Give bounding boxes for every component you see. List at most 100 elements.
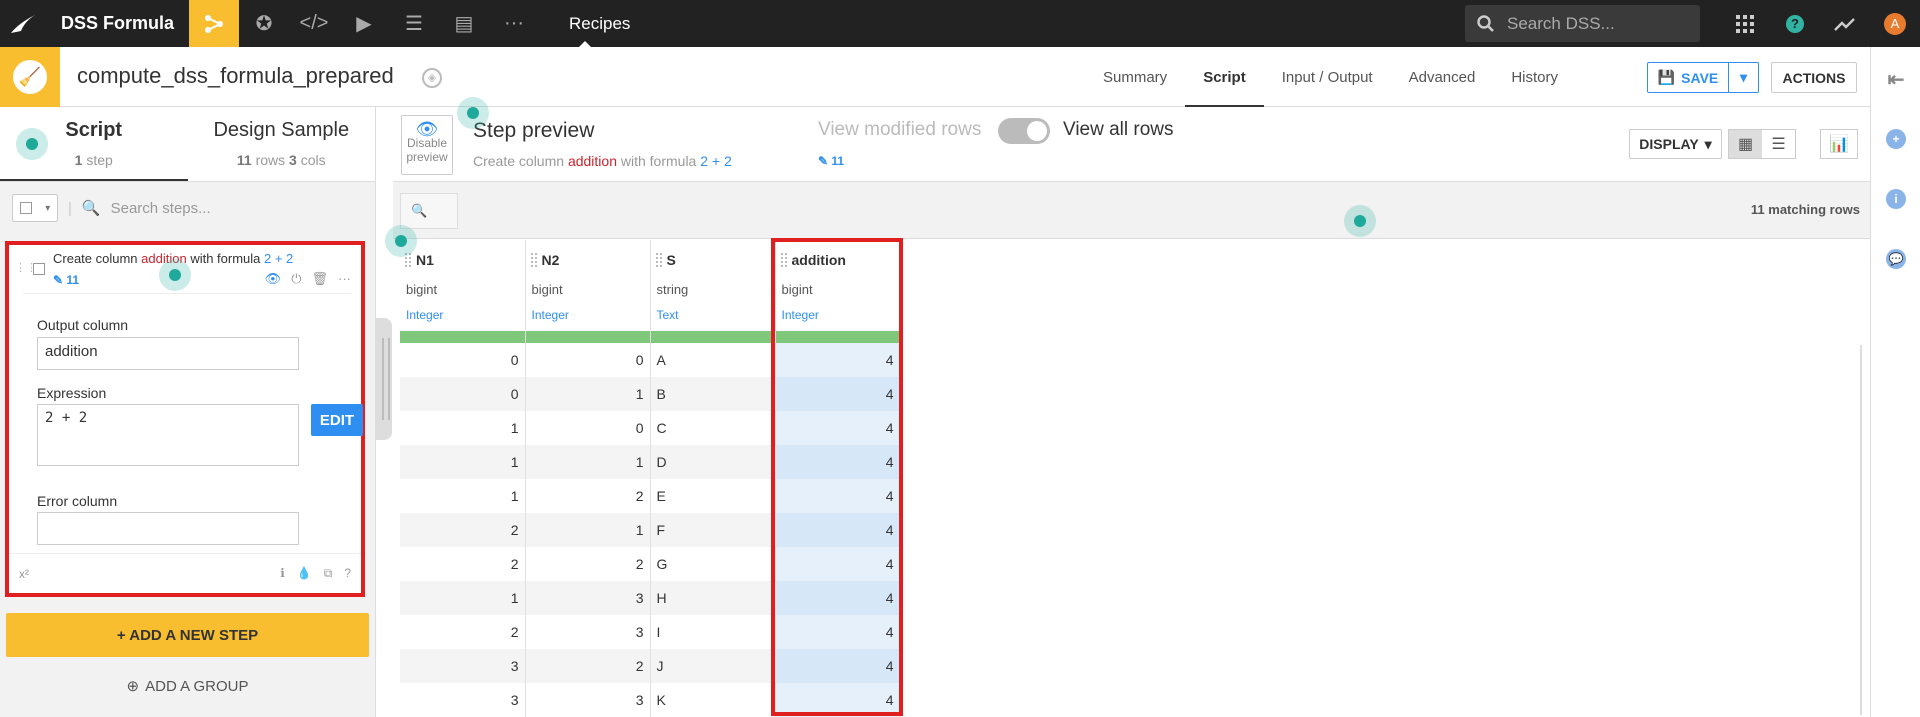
table-cell[interactable]: 1 [525,445,651,479]
more-icon[interactable]: ··· [489,0,539,47]
column-header-s[interactable]: Sstring Text [650,240,776,343]
table-row[interactable]: 23I4 [400,615,901,649]
column-header-n1[interactable]: N1 bigint Integer [400,240,526,343]
table-cell[interactable]: 4 [775,683,901,717]
activity-trend-icon[interactable] [1820,0,1870,47]
display-dropdown[interactable]: DISPLAY ▾ [1629,129,1722,159]
tab-input-output[interactable]: Input / Output [1264,47,1391,107]
column-header-addition[interactable]: addition bigint Integer [775,240,901,343]
breadcrumb-recipes[interactable]: Recipes [539,0,630,47]
table-cell[interactable]: 2 [525,649,651,683]
table-cell[interactable]: 3 [525,581,651,615]
table-cell[interactable]: 2 [400,615,526,649]
add-icon[interactable]: + [1886,129,1906,149]
table-row[interactable]: 00A4 [400,343,901,377]
table-cell[interactable]: 4 [775,615,901,649]
view-rows-toggle[interactable] [998,118,1050,144]
table-cell[interactable]: 4 [775,547,901,581]
table-cell[interactable]: 3 [525,683,651,717]
disable-preview-button[interactable]: 👁 Disable preview [401,115,453,175]
add-group-button[interactable]: ⊕ ADD A GROUP [6,669,369,703]
add-new-step-button[interactable]: + ADD A NEW STEP [6,613,369,657]
recipe-title[interactable]: compute_dss_formula_prepared [77,63,394,89]
table-cell[interactable]: 4 [775,411,901,445]
table-row[interactable]: 11D4 [400,445,901,479]
tab-advanced[interactable]: Advanced [1391,47,1494,107]
tab-left-design-sample[interactable]: Design Sample 11 rows 3 cols [188,107,376,181]
stack-icon[interactable]: ☰ [389,0,439,47]
table-cell[interactable]: I [650,615,776,649]
column-header-n2[interactable]: N2 bigint Integer [525,240,651,343]
play-icon[interactable]: ▶ [339,0,389,47]
save-dropdown-caret-icon[interactable]: ▾ [1728,63,1758,92]
table-row[interactable]: 13H4 [400,581,901,615]
table-cell[interactable]: G [650,547,776,581]
table-view-icon[interactable]: ▦ [1729,130,1762,158]
table-cell[interactable]: 1 [400,411,526,445]
more-icon[interactable]: ··· [338,271,351,287]
table-row[interactable]: 21F4 [400,513,901,547]
table-cell[interactable]: D [650,445,776,479]
table-cell[interactable]: 2 [400,513,526,547]
tab-script[interactable]: Script [1185,47,1264,107]
dataiku-bird-logo[interactable] [0,0,45,47]
table-cell[interactable]: 0 [400,377,526,411]
table-cell[interactable]: 2 [400,547,526,581]
table-search-input[interactable]: 🔍 [400,193,458,229]
duplicate-icon[interactable]: ⧉ [324,566,333,581]
table-cell[interactable]: 1 [400,581,526,615]
help-icon[interactable]: ? [1770,0,1820,47]
table-cell[interactable]: B [650,377,776,411]
select-all-checkbox[interactable]: ▾ [12,194,58,222]
table-cell[interactable]: 3 [400,649,526,683]
project-name[interactable]: DSS Formula [45,13,189,34]
hint-dot[interactable] [159,259,191,291]
color-drop-icon[interactable]: 💧 [297,566,312,581]
table-row[interactable]: 22G4 [400,547,901,581]
eye-icon[interactable]: 👁 [265,271,282,287]
table-row[interactable]: 12E4 [400,479,901,513]
info-icon[interactable]: i [1886,189,1906,209]
table-cell[interactable]: 3 [525,615,651,649]
table-cell[interactable]: K [650,683,776,717]
scrollbar[interactable] [1860,345,1862,715]
expression-textarea[interactable]: 2 + 2 [37,404,299,466]
output-column-input[interactable]: addition [37,337,299,370]
table-cell[interactable]: 4 [775,377,901,411]
table-row[interactable]: 10C4 [400,411,901,445]
apps-grid-icon[interactable] [1720,0,1770,47]
view-modified-rows-label[interactable]: View modified rows [818,119,981,141]
power-icon[interactable]: ⏻ [291,271,301,287]
table-cell[interactable]: 1 [525,513,651,547]
table-cell[interactable]: F [650,513,776,547]
table-row[interactable]: 01B4 [400,377,901,411]
save-button[interactable]: 💾 SAVE ▾ [1647,62,1759,93]
tab-summary[interactable]: Summary [1085,47,1185,107]
table-cell[interactable]: A [650,343,776,377]
steps-search-input[interactable]: Search steps... [111,200,211,217]
discussion-icon[interactable]: 💬 [1886,249,1906,269]
table-cell[interactable]: 2 [525,547,651,581]
table-cell[interactable]: 4 [775,445,901,479]
table-cell[interactable]: 1 [400,479,526,513]
trash-icon[interactable]: 🗑 [311,271,328,287]
error-column-input[interactable] [37,512,299,545]
table-cell[interactable]: 0 [525,343,651,377]
table-cell[interactable]: 2 [525,479,651,513]
table-cell[interactable]: 4 [775,479,901,513]
lab-icon[interactable]: ✪ [239,0,289,47]
global-search-input[interactable]: Search DSS... [1465,5,1700,42]
formula-step-card[interactable]: ⋮⋮ Create column addition with formula 2… [5,241,365,597]
chart-icon[interactable]: 📊 [1820,129,1858,159]
table-cell[interactable]: E [650,479,776,513]
dashboard-icon[interactable]: ▤ [439,0,489,47]
table-cell[interactable]: J [650,649,776,683]
table-cell[interactable]: 1 [400,445,526,479]
compass-icon[interactable]: ◈ [422,68,442,88]
table-cell[interactable]: C [650,411,776,445]
table-row[interactable]: 33K4 [400,683,901,717]
info-icon[interactable]: ℹ [280,566,285,581]
actions-button[interactable]: ACTIONS [1771,62,1857,93]
table-cell[interactable]: 4 [775,513,901,547]
hint-dot[interactable] [16,128,48,160]
